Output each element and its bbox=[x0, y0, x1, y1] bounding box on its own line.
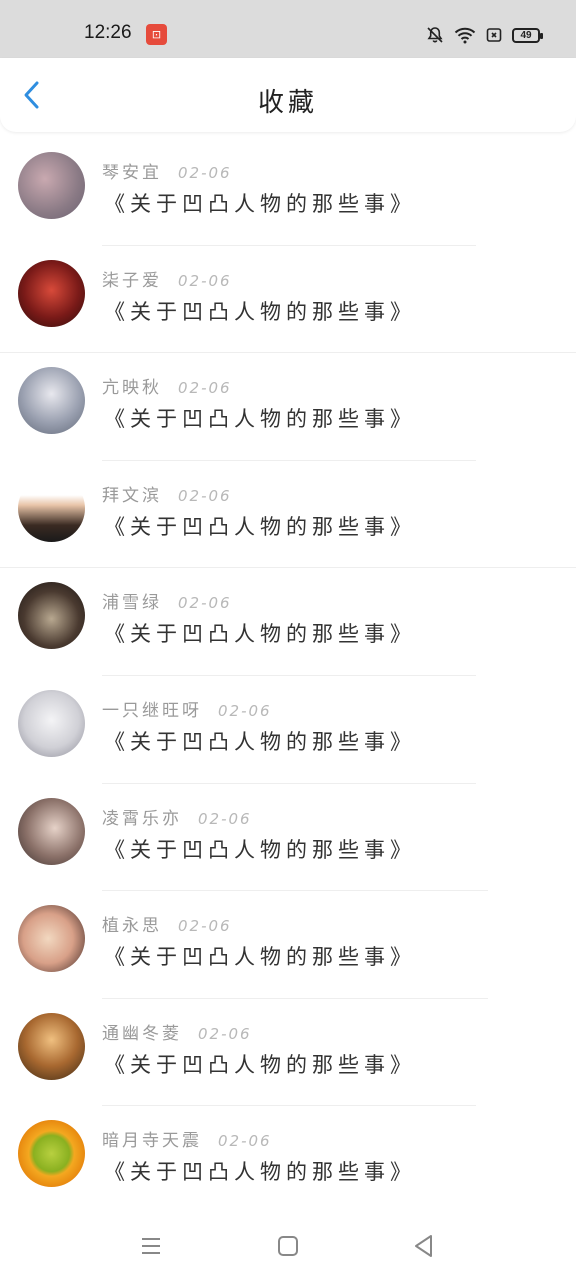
status-time: 12:26 bbox=[84, 22, 132, 43]
work-title[interactable]: 《关于凹凸人物的那些事》 bbox=[104, 1156, 416, 1186]
system-nav-bar bbox=[0, 1212, 576, 1280]
avatar[interactable] bbox=[18, 689, 85, 757]
favorites-list: 琴安宜 02-06 《关于凹凸人物的那些事》 柒子爱 02-06 《关于凹凸人物… bbox=[0, 138, 576, 1214]
post-date: 02-06 bbox=[198, 809, 252, 828]
list-item[interactable]: 亢映秋 02-06 《关于凹凸人物的那些事》 bbox=[0, 353, 576, 461]
list-item[interactable]: 柒子爱 02-06 《关于凹凸人物的那些事》 bbox=[0, 246, 576, 354]
list-item[interactable]: 暗月寺天震 02-06 《关于凹凸人物的那些事》 bbox=[0, 1106, 576, 1214]
username[interactable]: 柒子爱 bbox=[102, 266, 162, 291]
username[interactable]: 通幽冬菱 bbox=[102, 1019, 182, 1044]
username[interactable]: 亢映秋 bbox=[102, 373, 162, 398]
page-title: 收藏 bbox=[257, 88, 318, 118]
app-notification-icon: ⊡ bbox=[146, 24, 167, 45]
work-title[interactable]: 《关于凹凸人物的那些事》 bbox=[104, 511, 416, 541]
post-date: 02-06 bbox=[178, 379, 232, 398]
post-date: 02-06 bbox=[178, 486, 232, 505]
list-item[interactable]: 浦雪绿 02-06 《关于凹凸人物的那些事》 bbox=[0, 568, 576, 676]
post-date: 02-06 bbox=[198, 1024, 252, 1043]
status-icons: 49 bbox=[426, 24, 543, 46]
username[interactable]: 植永思 bbox=[102, 911, 162, 936]
status-bar: 12:26 ⊡ 49 bbox=[0, 0, 576, 58]
list-item[interactable]: 植永思 02-06 《关于凹凸人物的那些事》 bbox=[0, 891, 576, 999]
username[interactable]: 暗月寺天震 bbox=[102, 1126, 202, 1151]
header: 收藏 bbox=[0, 58, 576, 132]
work-title[interactable]: 《关于凹凸人物的那些事》 bbox=[104, 403, 416, 433]
home-square-icon bbox=[278, 1236, 298, 1256]
post-date: 02-06 bbox=[178, 164, 232, 182]
post-date: 02-06 bbox=[218, 701, 272, 720]
work-title[interactable]: 《关于凹凸人物的那些事》 bbox=[104, 726, 416, 756]
post-date: 02-06 bbox=[178, 271, 232, 290]
list-item[interactable]: 拜文滨 02-06 《关于凹凸人物的那些事》 bbox=[0, 461, 576, 569]
battery-icon: 49 bbox=[512, 27, 543, 43]
username[interactable]: 琴安宜 bbox=[102, 158, 162, 183]
work-title[interactable]: 《关于凹凸人物的那些事》 bbox=[104, 618, 416, 648]
menu-icon bbox=[142, 1238, 160, 1254]
avatar[interactable] bbox=[18, 367, 85, 435]
avatar[interactable] bbox=[18, 152, 85, 219]
work-title[interactable]: 《关于凹凸人物的那些事》 bbox=[104, 834, 416, 864]
avatar[interactable] bbox=[18, 797, 85, 865]
back-triangle-icon bbox=[415, 1235, 432, 1257]
back-nav-button[interactable] bbox=[408, 1230, 440, 1262]
avatar[interactable] bbox=[18, 582, 85, 650]
sim-icon bbox=[486, 28, 502, 42]
avatar[interactable] bbox=[18, 1120, 85, 1188]
username[interactable]: 一只继旺呀 bbox=[102, 696, 202, 721]
wifi-icon bbox=[454, 27, 476, 44]
home-button[interactable] bbox=[272, 1230, 304, 1262]
avatar[interactable] bbox=[18, 259, 85, 327]
avatar[interactable] bbox=[18, 905, 85, 973]
post-date: 02-06 bbox=[178, 594, 232, 613]
mute-bell-icon bbox=[427, 27, 443, 43]
menu-button[interactable] bbox=[135, 1230, 167, 1262]
post-date: 02-06 bbox=[178, 917, 232, 936]
post-date: 02-06 bbox=[218, 1132, 272, 1151]
list-item[interactable]: 琴安宜 02-06 《关于凹凸人物的那些事》 bbox=[0, 138, 576, 246]
avatar[interactable] bbox=[18, 1012, 85, 1080]
work-title[interactable]: 《关于凹凸人物的那些事》 bbox=[104, 296, 416, 326]
work-title[interactable]: 《关于凹凸人物的那些事》 bbox=[104, 188, 416, 218]
username[interactable]: 凌霄乐亦 bbox=[102, 804, 182, 829]
work-title[interactable]: 《关于凹凸人物的那些事》 bbox=[104, 941, 416, 971]
username[interactable]: 拜文滨 bbox=[102, 481, 162, 506]
list-item[interactable]: 凌霄乐亦 02-06 《关于凹凸人物的那些事》 bbox=[0, 784, 576, 892]
avatar[interactable] bbox=[18, 474, 85, 542]
work-title[interactable]: 《关于凹凸人物的那些事》 bbox=[104, 1049, 416, 1079]
list-item[interactable]: 一只继旺呀 02-06 《关于凹凸人物的那些事》 bbox=[0, 676, 576, 784]
username[interactable]: 浦雪绿 bbox=[102, 588, 162, 613]
list-item[interactable]: 通幽冬菱 02-06 《关于凹凸人物的那些事》 bbox=[0, 999, 576, 1107]
